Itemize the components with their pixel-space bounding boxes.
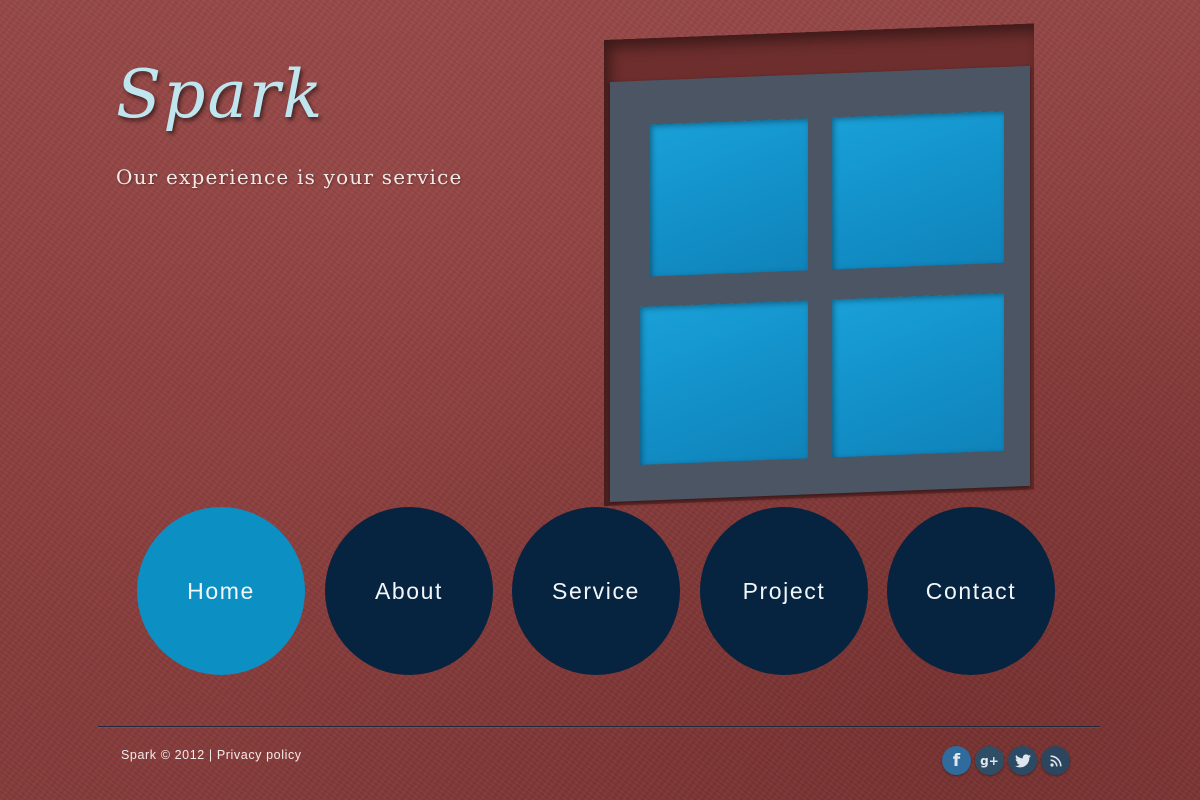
window-pane [832, 292, 1004, 458]
footer-copyright: Spark © 2012 | Privacy policy [121, 748, 302, 762]
nav-item-service[interactable]: Service [512, 507, 680, 675]
twitter-bird-shape [1014, 753, 1031, 767]
rss-icon[interactable] [1041, 746, 1070, 775]
nav-item-label: Project [742, 577, 826, 604]
window-pane [640, 300, 808, 465]
nav-item-label: About [374, 577, 444, 604]
nav-item-label: Home [187, 577, 255, 604]
nav-item-label: Service [552, 577, 640, 604]
nav-item-contact[interactable]: Contact [887, 507, 1055, 675]
nav-item-about[interactable]: About [325, 507, 493, 675]
site-tagline: Our experience is your service [116, 165, 463, 189]
privacy-policy-link[interactable]: Privacy policy [217, 748, 302, 762]
site-logo[interactable]: Spark [116, 62, 324, 128]
twitter-icon[interactable] [1008, 746, 1037, 775]
google-plus-icon[interactable]: g+ [975, 746, 1004, 775]
window-pane [650, 118, 808, 277]
footer-divider [98, 726, 1100, 727]
nav-item-label: Contact [925, 577, 1017, 604]
rss-feed-shape [1049, 754, 1062, 767]
nav-item-project[interactable]: Project [700, 507, 868, 675]
facebook-glyph: f [952, 750, 961, 771]
google-plus-glyph: g+ [980, 753, 999, 768]
nav-item-home[interactable]: Home [137, 507, 305, 675]
copyright-text: Spark © 2012 [121, 748, 205, 762]
window-illustration [610, 65, 1030, 502]
facebook-icon[interactable]: f [942, 746, 971, 775]
footer-separator: | [208, 748, 213, 762]
window-pane [832, 110, 1004, 270]
main-navigation: Home About Service Project Contact [137, 507, 1057, 677]
